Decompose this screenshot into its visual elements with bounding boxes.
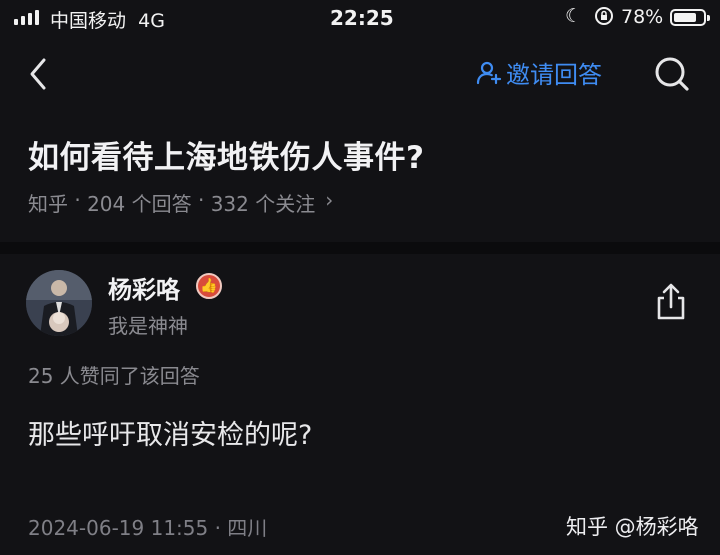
- follower-count: 332 个关注: [210, 192, 316, 216]
- moon-icon: ☾: [565, 5, 583, 27]
- share-icon: [657, 283, 685, 320]
- answer-content[interactable]: 那些呼吁取消安检的呢?: [28, 413, 312, 452]
- chevron-right-icon: ›: [325, 188, 334, 212]
- question-title[interactable]: 如何看待上海地铁伤人事件?: [28, 132, 424, 177]
- section-divider: [0, 242, 720, 254]
- invite-answer-button[interactable]: 邀请回答: [476, 55, 602, 90]
- author-name[interactable]: 杨彩咯: [108, 270, 180, 305]
- source-label: 知乎: [28, 192, 68, 216]
- battery-icon: [670, 9, 710, 26]
- answer-date-location: 2024-06-19 11:55 · 四川: [28, 516, 268, 540]
- likes-count: 25 人赞同了该回答: [28, 364, 200, 388]
- carrier-label: 中国移动 4G: [50, 10, 165, 32]
- person-add-icon: [476, 61, 502, 84]
- status-bar: 中国移动 4G 22:25 ☾ 78%: [0, 0, 720, 38]
- battery-percent: 78%: [621, 6, 664, 28]
- invite-answer-label: 邀请回答: [506, 61, 602, 89]
- back-button[interactable]: [24, 52, 60, 96]
- clock: 22:25: [330, 6, 394, 30]
- search-button[interactable]: [650, 52, 694, 96]
- question-meta[interactable]: 知乎 · 204 个回答 · 332 个关注 ›: [28, 188, 333, 217]
- network-label: 4G: [138, 10, 165, 32]
- meta-separator: ·: [191, 188, 211, 212]
- orientation-lock-icon: [593, 5, 615, 32]
- chevron-left-icon: [30, 58, 46, 90]
- meta-separator: ·: [68, 188, 88, 212]
- avatar[interactable]: [26, 270, 92, 336]
- answer-count: 204 个回答: [87, 192, 192, 216]
- author-bio: 我是神神: [108, 314, 188, 338]
- watermark: 知乎 @杨彩咯: [566, 515, 699, 539]
- signal-icon: [14, 10, 39, 25]
- thumbs-up-badge-icon: 👍: [196, 273, 222, 299]
- search-icon: [655, 57, 689, 91]
- share-button[interactable]: [652, 282, 690, 322]
